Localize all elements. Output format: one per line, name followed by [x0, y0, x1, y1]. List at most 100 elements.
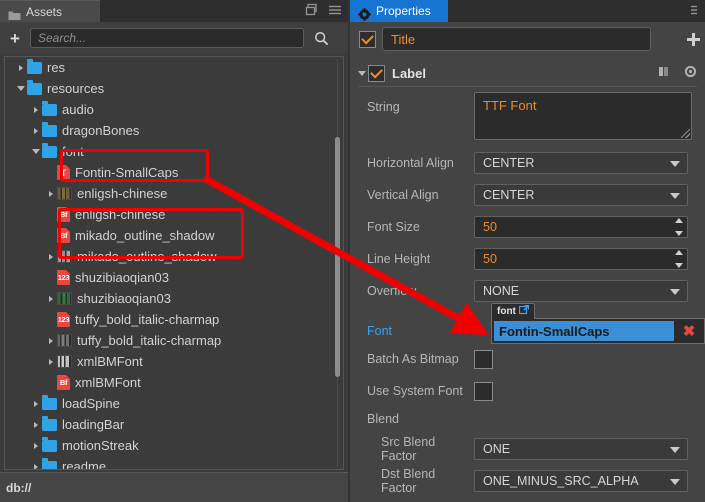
tree-row-label: font	[62, 144, 84, 159]
horizontal-align-select[interactable]: CENTER	[474, 152, 688, 174]
tree-row[interactable]: motionStreak	[5, 435, 335, 456]
folder-icon	[42, 101, 57, 116]
folder-icon	[27, 80, 42, 95]
external-link-icon[interactable]	[518, 304, 529, 318]
folder-icon	[42, 143, 57, 158]
font-tab-label: font	[497, 306, 516, 317]
node-enabled-checkbox[interactable]	[359, 30, 376, 48]
chevron-right-icon[interactable]	[44, 288, 57, 309]
tree-row[interactable]: resources	[5, 78, 335, 99]
node-name-field[interactable]: Title	[382, 27, 651, 51]
chevron-right-icon[interactable]	[29, 393, 42, 414]
chevron-right-icon[interactable]	[14, 57, 27, 78]
tab-assets[interactable]: Assets	[0, 0, 100, 22]
folder-icon	[27, 59, 42, 74]
hamburger-menu-icon[interactable]	[328, 3, 342, 17]
gear-icon[interactable]	[684, 65, 697, 81]
label-component-header[interactable]: Label	[350, 60, 705, 86]
chevron-right-icon[interactable]	[29, 120, 42, 141]
property-row-horizontal-align: Horizontal Align CENTER	[350, 148, 705, 178]
tab-properties[interactable]: Properties	[350, 0, 448, 22]
resize-grip-icon[interactable]	[681, 129, 690, 138]
chevron-right-icon[interactable]	[44, 246, 57, 267]
font-value[interactable]: Fontin-SmallCaps	[494, 321, 674, 341]
chevron-down-icon[interactable]	[14, 78, 27, 99]
tree-row-label: xmlBMFont	[77, 354, 143, 369]
assets-tree[interactable]: res resources audio dragonBones font T Fontin-…	[4, 56, 344, 470]
assets-window-controls	[305, 3, 342, 17]
tree-row[interactable]: loadSpine	[5, 393, 335, 414]
add-component-button[interactable]	[683, 28, 703, 50]
tree-row[interactable]: Bf enligsh-chinese	[5, 204, 335, 225]
batch-as-bitmap-checkbox[interactable]	[474, 349, 493, 369]
tree-row[interactable]: loadingBar	[5, 414, 335, 435]
property-row-use-system-font: Use System Font	[350, 376, 705, 406]
tree-row[interactable]: Bf xmlBMFont	[5, 372, 335, 393]
assets-tree-scrollbar[interactable]	[334, 59, 341, 467]
tree-row[interactable]: xmlBMFont	[5, 351, 335, 372]
line-height-stepper[interactable]	[672, 250, 686, 268]
tree-row[interactable]: res	[5, 57, 335, 78]
src-blend-label: Src Blend Factor	[381, 435, 436, 463]
line-height-label: Line Height	[367, 252, 431, 266]
search-icon[interactable]	[304, 22, 338, 54]
folder-icon	[8, 6, 21, 20]
overflow-label: Overflow	[367, 284, 417, 298]
add-asset-button[interactable]: +	[0, 22, 30, 54]
tree-row[interactable]: shuzibiaoqian03	[5, 288, 335, 309]
chevron-right-icon[interactable]	[44, 330, 57, 351]
use-system-font-checkbox[interactable]	[474, 381, 493, 401]
chevron-right-icon[interactable]	[29, 456, 42, 469]
chevron-right-icon[interactable]	[29, 99, 42, 120]
png-texture-icon	[57, 292, 72, 305]
chevron-down-icon[interactable]	[355, 63, 368, 84]
chevron-down-icon[interactable]	[29, 141, 42, 162]
chevron-right-icon[interactable]	[29, 414, 42, 435]
font-size-input[interactable]: 50	[474, 216, 688, 238]
hamburger-menu-icon[interactable]	[687, 3, 701, 17]
tree-row[interactable]: mikado_outline_shadow	[5, 246, 335, 267]
label-component-enabled-checkbox[interactable]	[368, 64, 385, 82]
font-size-stepper[interactable]	[672, 218, 686, 236]
tree-row[interactable]: dragonBones	[5, 120, 335, 141]
string-textarea[interactable]: TTF Font	[474, 92, 692, 140]
chevron-right-icon[interactable]	[29, 435, 42, 456]
tree-row[interactable]: readme	[5, 456, 335, 469]
tree-row[interactable]: audio	[5, 99, 335, 120]
vertical-align-select[interactable]: CENTER	[474, 184, 688, 206]
close-icon[interactable]: ✖	[674, 319, 704, 343]
tree-row[interactable]: T Fontin-SmallCaps	[5, 162, 335, 183]
float-window-icon[interactable]	[305, 3, 319, 17]
tree-row[interactable]: 123 tuffy_bold_italic-charmap	[5, 309, 335, 330]
tree-row-label: resources	[47, 81, 105, 96]
tree-row[interactable]: font	[5, 141, 335, 162]
chevron-down-icon	[670, 161, 680, 167]
scrollbar-thumb[interactable]	[335, 137, 340, 377]
chevron-down-icon	[670, 289, 680, 295]
search-input[interactable]	[30, 28, 304, 48]
dst-blend-select[interactable]: ONE_MINUS_SRC_ALPHA	[474, 470, 688, 492]
png-texture-icon	[57, 250, 72, 263]
book-icon[interactable]	[657, 65, 670, 81]
line-height-input[interactable]: 50	[474, 248, 688, 270]
font-asset-tab[interactable]: font	[491, 303, 535, 319]
property-row-line-height: Line Height 50	[350, 244, 705, 274]
tree-row[interactable]: enligsh-chinese	[5, 183, 335, 204]
tree-row[interactable]: Bf mikado_outline_shadow	[5, 225, 335, 246]
folder-icon	[42, 122, 57, 137]
font-asset-field[interactable]: Fontin-SmallCaps ✖	[491, 318, 705, 344]
status-path: db://	[6, 480, 32, 495]
chevron-right-icon[interactable]	[44, 183, 57, 204]
assets-tabbar: Assets	[0, 0, 348, 22]
property-row-src-blend: Src Blend Factor ONE	[350, 434, 705, 464]
chevron-right-icon[interactable]	[44, 351, 57, 372]
tree-row-label: tuffy_bold_italic-charmap	[77, 333, 222, 348]
font-size-label: Font Size	[367, 220, 420, 234]
tree-row[interactable]: 123 shuzibiaoqian03	[5, 267, 335, 288]
tree-row[interactable]: tuffy_bold_italic-charmap	[5, 330, 335, 351]
src-blend-select[interactable]: ONE	[474, 438, 688, 460]
dst-blend-label: Dst Blend Factor	[381, 467, 436, 495]
overflow-select[interactable]: NONE	[474, 280, 688, 302]
